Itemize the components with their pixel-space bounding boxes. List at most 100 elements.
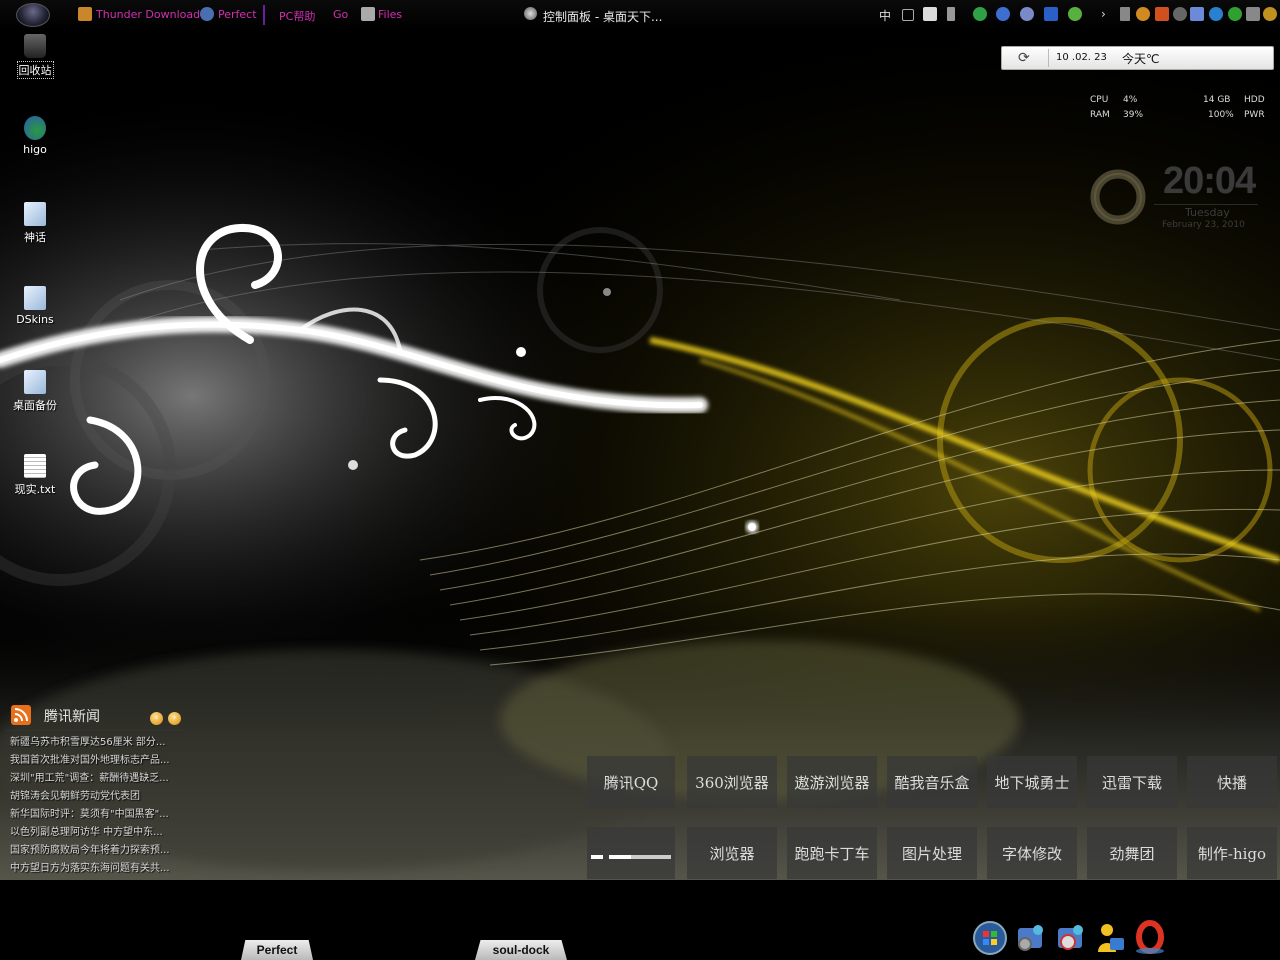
cpu-label: CPU xyxy=(1090,95,1109,105)
tile-thunder[interactable]: 迅雷下载 xyxy=(1087,756,1177,808)
dock-tab-soul-dock[interactable]: soul-dock xyxy=(475,940,567,960)
flash-icon[interactable] xyxy=(1155,7,1169,21)
desktop-icon-shenhua[interactable]: 神话 xyxy=(5,202,65,245)
refresh-icon[interactable]: ⟳ xyxy=(1018,50,1030,66)
active-window-title[interactable]: 控制面板 - 桌面天下... xyxy=(543,8,662,25)
tile-maxthon[interactable]: 遨游浏览器 xyxy=(787,756,877,808)
weather-widget: ⟳ 10 .02. 23 今天℃ xyxy=(1001,46,1274,70)
tile-360-browser[interactable]: 360浏览器 xyxy=(687,756,777,808)
qq-icon[interactable] xyxy=(1020,7,1034,21)
shortcut-icon xyxy=(24,286,46,310)
dock-tab-perfect[interactable]: Perfect xyxy=(241,940,313,960)
tile-kuwo[interactable]: 酷我音乐盒 xyxy=(887,756,977,808)
wallpaper xyxy=(0,0,1280,880)
help-icon[interactable] xyxy=(923,7,937,21)
network-user-icon xyxy=(24,116,46,140)
desktop-icon-label: 神话 xyxy=(24,231,46,244)
quicklaunch-perfect[interactable]: Perfect xyxy=(218,8,257,21)
tile-audition[interactable]: 劲舞团 xyxy=(1087,827,1177,879)
desktop-icon-backup[interactable]: 桌面备份 xyxy=(5,370,65,413)
antivirus-icon[interactable] xyxy=(973,7,987,21)
news-item[interactable]: 以色列副总理阿访华 中方望中东... xyxy=(10,824,186,842)
cpu-value: 4% xyxy=(1123,95,1138,105)
desktop-icon-text-file[interactable]: 现实.txt xyxy=(5,454,65,497)
s-icon[interactable] xyxy=(1263,7,1277,21)
clock-day: Tuesday xyxy=(1185,206,1230,219)
quicklaunch-files[interactable]: Files xyxy=(378,8,402,21)
ram-label: RAM xyxy=(1090,110,1110,120)
tree-icon[interactable] xyxy=(1228,7,1242,21)
next-arrow-icon[interactable]: › xyxy=(168,712,181,725)
shortcut-icon xyxy=(24,202,46,226)
desktop-icon-higo[interactable]: higo xyxy=(5,116,65,156)
news-item[interactable]: 胡锦涛会见朝鲜劳动党代表团 xyxy=(10,788,186,806)
prev-arrow-icon[interactable]: ‹ xyxy=(150,712,163,725)
quicklaunch-thunder[interactable]: Thunder Download xyxy=(96,8,200,21)
bottom-dock xyxy=(0,880,1280,960)
tile-dnf[interactable]: 地下城勇士 xyxy=(987,756,1077,808)
network-settings-icon[interactable] xyxy=(1052,920,1088,956)
weather-tray-icon[interactable] xyxy=(1136,7,1150,21)
news-item[interactable]: 深圳"用工荒"调查：薪酬待遇缺乏... xyxy=(10,770,186,788)
desktop-icon-label: DSkins xyxy=(16,313,54,326)
clock-divider xyxy=(1154,204,1258,205)
news-item[interactable]: 新华国际时评：莫须有"中国黑客"... xyxy=(10,806,186,824)
news-item[interactable]: 我国首次批准对国外地理标志产品... xyxy=(10,752,186,770)
tile-kart[interactable]: 跑跑卡丁车 xyxy=(787,827,877,879)
clock-time: 20:04 xyxy=(1163,160,1256,202)
quicklaunch-go[interactable]: Go xyxy=(333,8,348,21)
collapse-icon[interactable] xyxy=(1120,7,1130,21)
tile-qq[interactable]: 腾讯QQ xyxy=(587,756,675,808)
quicklaunch-pc-help[interactable]: PC帮助 xyxy=(279,8,315,24)
keyboard-icon[interactable] xyxy=(1246,7,1260,21)
shortcut-icon xyxy=(24,370,46,394)
control-panel-icon xyxy=(524,7,537,20)
ime-indicator[interactable]: 中 xyxy=(879,7,891,24)
desktop-icon-label: 现实.txt xyxy=(14,483,56,496)
tile-qvod[interactable]: 快播 xyxy=(1187,756,1277,808)
tile-progress-bar xyxy=(591,855,671,859)
weather-date: 10 .02. 23 xyxy=(1056,52,1107,63)
volume-icon[interactable] xyxy=(902,9,914,21)
tile-loading[interactable] xyxy=(587,827,675,879)
desktop-icon-dskins[interactable]: DSkins xyxy=(5,286,65,326)
news-title: 腾讯新闻 xyxy=(44,709,100,725)
control-panel-icon[interactable] xyxy=(1012,920,1048,956)
globe-icon[interactable] xyxy=(1209,7,1223,21)
perfect-icon[interactable] xyxy=(200,7,214,21)
drop-icon[interactable] xyxy=(1173,7,1187,21)
desktop-icon-label: higo xyxy=(23,143,47,156)
tile-browser[interactable]: 浏览器 xyxy=(687,827,777,879)
files-icon[interactable] xyxy=(361,7,375,21)
desktop-icon-label: 回收站 xyxy=(16,61,54,79)
news-item[interactable]: 新疆乌苏市积雪厚达56厘米 部分... xyxy=(10,734,186,752)
disk-value: 14 GB xyxy=(1203,95,1231,105)
network-icon[interactable] xyxy=(996,7,1010,21)
weather-divider xyxy=(1048,49,1049,67)
toolbar-separator xyxy=(263,5,265,25)
tile-credit[interactable]: 制作-higo xyxy=(1187,827,1277,879)
user-icon[interactable] xyxy=(1092,920,1128,956)
chevron-right-icon[interactable]: › xyxy=(1101,7,1106,21)
arrow-icon[interactable] xyxy=(947,7,955,21)
start-orb-button[interactable] xyxy=(16,3,50,27)
power-label: PWR xyxy=(1244,110,1265,120)
windows-orb-icon[interactable] xyxy=(972,920,1008,956)
opera-icon[interactable] xyxy=(1132,920,1168,956)
thunder-tray-icon[interactable] xyxy=(1044,7,1058,21)
power-value: 100% xyxy=(1208,110,1234,120)
top-taskbar: Thunder Download Perfect PC帮助 Go Files 控… xyxy=(0,0,1280,30)
news-item[interactable]: 中方望日方为落实东海问题有关共... xyxy=(10,860,186,878)
text-file-icon xyxy=(24,454,46,478)
thunder-icon[interactable] xyxy=(78,7,92,21)
tile-image-edit[interactable]: 图片处理 xyxy=(887,827,977,879)
weather-text: 今天℃ xyxy=(1122,52,1160,66)
rss-icon xyxy=(11,705,31,725)
clock-ring xyxy=(1090,169,1146,225)
display-icon[interactable] xyxy=(1190,7,1204,21)
desktop-icon-recycle-bin[interactable]: 回收站 xyxy=(5,34,65,79)
tile-font-edit[interactable]: 字体修改 xyxy=(987,827,1077,879)
news-item[interactable]: 国家预防腐败局今年将着力探索预... xyxy=(10,842,186,860)
browser-tray-icon[interactable] xyxy=(1068,7,1082,21)
news-list: 新疆乌苏市积雪厚达56厘米 部分... 我国首次批准对国外地理标志产品... 深… xyxy=(10,734,186,878)
